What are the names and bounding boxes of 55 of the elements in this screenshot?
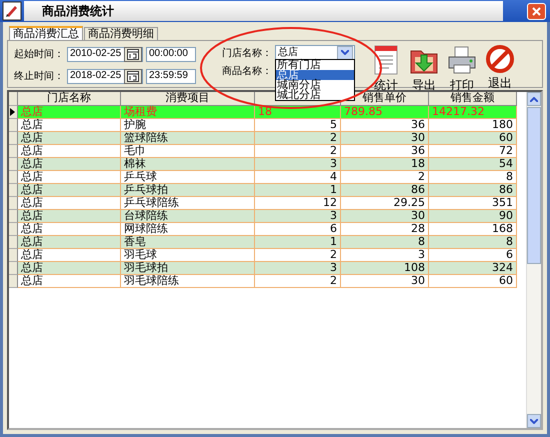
table-cell: 羽毛球拍 [121,262,255,275]
table-cell: 30 [341,132,429,145]
dropdown-option[interactable]: 城南分店 [276,80,354,90]
table-cell: 30 [341,275,429,288]
table-cell: 3 [255,262,341,275]
column-header[interactable]: 销售金额 [429,92,517,106]
field-label: 门店名称： [222,46,272,60]
time-field[interactable]: 00:00:00 [146,46,196,62]
table-cell: 86 [341,184,429,197]
table-cell: 1 [255,236,341,249]
table-cell: 8 [429,236,517,249]
field-label: 商品名称： [222,64,272,78]
table-cell: 3 [255,210,341,223]
table-cell: 篮球陪练 [121,132,255,145]
table-cell: 2 [255,275,341,288]
column-header[interactable]: 门店名称 [18,92,121,106]
table-cell: 场租费 [121,106,255,119]
table-cell: 1 [255,184,341,197]
table-cell: 总店 [18,106,121,119]
table-cell: 乒乓球拍 [121,184,255,197]
field-label: 终止时间： [14,70,64,83]
table-cell: 30 [341,210,429,223]
table-cell: 8 [341,236,429,249]
table-cell: 18 [341,158,429,171]
table-cell: 香皂 [121,236,255,249]
table-cell: 108 [341,262,429,275]
tab[interactable]: 商品消费汇总 [9,26,83,40]
field-label: 起始时间： [14,48,64,61]
table-cell: 60 [429,275,517,288]
table-cell: 86 [429,184,517,197]
table-cell: 2 [255,132,341,145]
time-field[interactable]: 23:59:59 [146,68,196,84]
table-cell: 棉袜 [121,158,255,171]
table-cell: 总店 [18,236,121,249]
store-dropdown[interactable]: 总店 [275,45,355,60]
table-cell: 总店 [18,132,121,145]
table-cell: 总店 [18,158,121,171]
table-cell: 90 [429,210,517,223]
table-cell: 14217.32 [429,106,517,119]
table-cell: 54 [429,158,517,171]
tab[interactable]: 商品消费明细 [84,27,158,40]
table-cell: 羽毛球陪练 [121,275,255,288]
table-cell: 789.85 [341,106,429,119]
table-cell: 总店 [18,184,121,197]
column-header[interactable]: 消费项目 [121,92,255,106]
table-cell: 总店 [18,210,121,223]
date-field[interactable]: 2010-02-25 [67,46,143,62]
date-field[interactable]: 2018-02-25 [67,68,143,84]
table-cell: 3 [255,158,341,171]
table-cell: 台球陪练 [121,210,255,223]
table-cell: 总店 [18,262,121,275]
table-cell: 324 [429,262,517,275]
window-title: 商品消费统计 [42,2,114,20]
table-cell: 总店 [18,275,121,288]
table-cell: 60 [429,132,517,145]
